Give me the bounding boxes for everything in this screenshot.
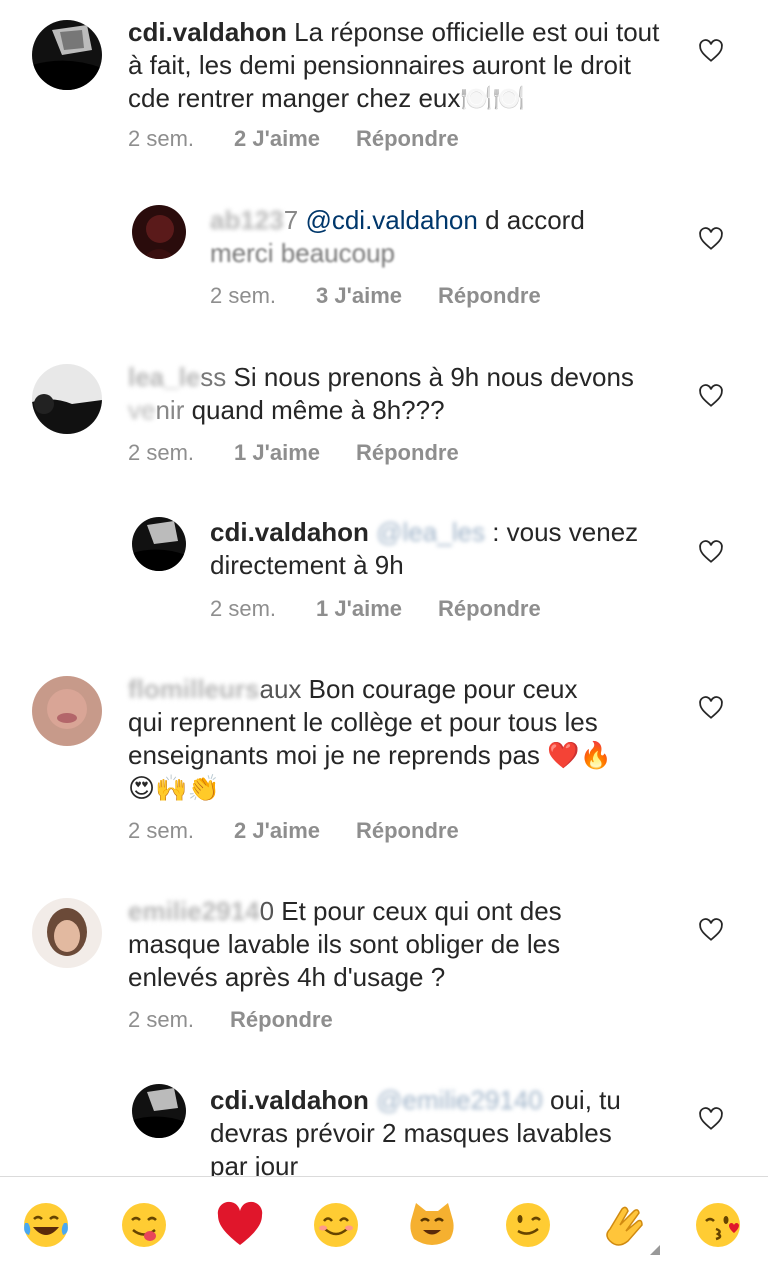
likes-count[interactable]: 1 J'aime: [316, 596, 402, 621]
winking-emoji-icon[interactable]: [502, 1199, 554, 1251]
likes-count[interactable]: 3 J'aime: [316, 283, 402, 308]
likes-count[interactable]: 1 J'aime: [234, 440, 320, 465]
comment-text: cdi.valdahon @lea_les : vous venez direc…: [210, 516, 680, 582]
username[interactable]: ab123: [210, 205, 284, 235]
comment-body-line2: devras prévoir 2 masques lavables: [210, 1118, 612, 1148]
heart-icon[interactable]: [698, 695, 724, 721]
reply-button[interactable]: Répondre: [230, 1007, 333, 1032]
mention-link[interactable]: @lea_les: [376, 517, 485, 547]
comment-body: Et pour ceux qui ont des: [281, 896, 562, 926]
avatar[interactable]: [32, 676, 102, 746]
username[interactable]: cdi.valdahon: [128, 17, 287, 47]
red-heart-emoji-icon[interactable]: [214, 1199, 266, 1251]
comment-body: oui, tu: [550, 1085, 621, 1115]
heart-icon[interactable]: [698, 917, 724, 943]
heart-icon[interactable]: [698, 383, 724, 409]
comment-body-line2: directement à 9h: [210, 550, 404, 580]
username[interactable]: lea_le: [128, 362, 200, 392]
avatar[interactable]: [132, 205, 186, 259]
comment-meta: 2 sem. 1 J'aime Répondre: [128, 440, 459, 466]
timestamp: 2 sem.: [210, 283, 277, 308]
heart-icon[interactable]: [698, 38, 724, 64]
comment-meta: 2 sem. 3 J'aime Répondre: [210, 283, 541, 309]
timestamp: 2 sem.: [128, 818, 195, 843]
reply-button[interactable]: Répondre: [438, 596, 541, 621]
comment-meta: 2 sem. 1 J'aime Répondre: [210, 596, 541, 622]
reply-button[interactable]: Répondre: [356, 126, 459, 151]
comment-body: Si nous prenons à 9h nous devons: [233, 362, 634, 392]
comment-body: : vous venez: [492, 517, 639, 547]
smiling-emoji-icon[interactable]: [310, 1199, 362, 1251]
comment-text: cdi.valdahon @emilie29140 oui, tu devras…: [210, 1084, 680, 1183]
comment-body-line2: masque lavable ils sont obliger de les: [128, 929, 561, 959]
timestamp: 2 sem.: [128, 126, 195, 151]
heart-icon[interactable]: [698, 539, 724, 565]
timestamp: 2 sem.: [210, 596, 277, 621]
clapping-hands-emoji-icon[interactable]: [598, 1199, 650, 1251]
username[interactable]: cdi.valdahon: [210, 1085, 369, 1115]
timestamp: 2 sem.: [128, 1007, 195, 1032]
comment-body-line2: quand même à 8h???: [191, 395, 445, 425]
reply-button[interactable]: Répondre: [356, 818, 459, 843]
username[interactable]: emilie2914: [128, 896, 260, 926]
comment-body: d accord: [485, 205, 585, 235]
avatar[interactable]: [32, 898, 102, 968]
timestamp: 2 sem.: [128, 440, 195, 465]
comment-body-line4: 😍🙌👏: [128, 773, 220, 803]
comment-body-line3: enlevés après 4h d'usage ?: [128, 962, 446, 992]
comment-text: emilie29140 Et pour ceux qui ont des mas…: [128, 896, 562, 992]
avatar[interactable]: [132, 1084, 186, 1138]
cat-emoji-icon[interactable]: [406, 1199, 458, 1251]
mention-link[interactable]: @cdi.valdahon: [305, 205, 477, 235]
username[interactable]: cdi.valdahon: [210, 517, 369, 547]
username[interactable]: flomilleurs: [128, 674, 259, 704]
heart-icon[interactable]: [698, 226, 724, 252]
face-blowing-kiss-emoji-icon[interactable]: [694, 1199, 746, 1251]
emoji-reaction-bar: [0, 1176, 768, 1273]
reply-button[interactable]: Répondre: [438, 283, 541, 308]
comment-body-line2: merci beaucoup: [210, 238, 395, 268]
resize-corner-icon: [650, 1245, 660, 1255]
comment-text: ab1237 @cdi.valdahon d accord merci beau…: [210, 205, 585, 268]
comment-body: Bon courage pour ceux: [308, 674, 578, 704]
avatar[interactable]: [32, 364, 102, 434]
heart-icon[interactable]: [698, 1106, 724, 1132]
comment-meta: 2 sem. Répondre: [128, 1007, 333, 1033]
comment-text: lea_less Si nous prenons à 9h nous devon…: [128, 362, 634, 425]
comment-meta: 2 sem. 2 J'aime Répondre: [128, 818, 459, 844]
likes-count[interactable]: 2 J'aime: [234, 126, 320, 151]
tears-of-joy-emoji-icon[interactable]: [20, 1199, 72, 1251]
avatar[interactable]: [32, 20, 102, 90]
yum-emoji-icon[interactable]: [118, 1199, 170, 1251]
comment-text: cdi.valdahon La réponse officielle est o…: [128, 16, 678, 115]
comment-text: flomilleursaux Bon courage pour ceux qui…: [128, 674, 612, 803]
comment-body-line3: enseignants moi je ne reprends pas ❤️🔥: [128, 740, 612, 770]
comment-body-line2: qui reprennent le collège et pour tous l…: [128, 707, 598, 737]
avatar[interactable]: [132, 517, 186, 571]
reply-button[interactable]: Répondre: [356, 440, 459, 465]
likes-count[interactable]: 2 J'aime: [234, 818, 320, 843]
comment-meta: 2 sem. 2 J'aime Répondre: [128, 126, 459, 152]
mention-link[interactable]: @emilie29140: [376, 1085, 543, 1115]
